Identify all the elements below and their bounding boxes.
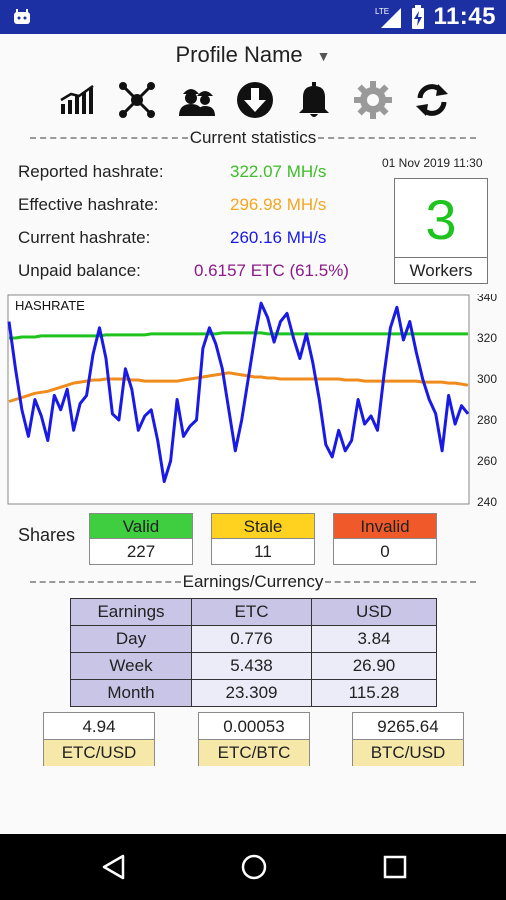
- y-tick-label: 280: [477, 413, 497, 427]
- rate-label: ETC/BTC: [199, 740, 309, 766]
- rate-value: 9265.64: [353, 713, 463, 740]
- current-statistics-title: Current statistics: [189, 128, 317, 147]
- rate-btc-usd[interactable]: 9265.64 BTC/USD: [352, 712, 464, 766]
- divider: [30, 581, 181, 583]
- table-cell: 5.438: [191, 652, 312, 680]
- table-cell: 23.309: [191, 679, 312, 707]
- y-tick-label: 260: [477, 454, 497, 468]
- android-app-icon: [14, 9, 30, 24]
- gear-icon[interactable]: [350, 77, 396, 123]
- network-icon[interactable]: [114, 77, 160, 123]
- table-row: Month 23.309 115.28: [70, 679, 437, 707]
- invalid-shares-label: Invalid: [334, 514, 436, 539]
- earnings-table: Earnings ETC USD Day 0.776 3.84 Week 5.4…: [70, 598, 437, 707]
- current-hashrate-label: Current hashrate:: [18, 228, 151, 247]
- rate-value: 0.00053: [199, 713, 309, 740]
- download-icon[interactable]: [232, 77, 278, 123]
- chevron-down-icon: ▼: [316, 48, 331, 65]
- bell-icon[interactable]: [291, 77, 337, 123]
- rate-etc-usd[interactable]: 4.94 ETC/USD: [43, 712, 155, 766]
- table-cell: 0.776: [191, 625, 312, 653]
- profile-selector[interactable]: Profile Name ▼: [0, 42, 506, 68]
- table-row: Day 0.776 3.84: [70, 625, 437, 653]
- reported-hashrate-label: Reported hashrate:: [18, 162, 164, 181]
- valid-shares-box: Valid 227: [89, 513, 193, 565]
- invalid-shares-box: Invalid 0: [333, 513, 437, 565]
- rate-label: ETC/USD: [44, 740, 154, 766]
- effective-hashrate-label: Effective hashrate:: [18, 195, 159, 214]
- earnings-currency-title: Earnings/Currency: [182, 572, 324, 591]
- reported-hashrate-value: 322.07 MH/s: [230, 162, 327, 181]
- unpaid-balance-label: Unpaid balance:: [18, 261, 141, 280]
- table-row-label: Week: [70, 652, 192, 680]
- stale-shares-label: Stale: [212, 514, 314, 539]
- rate-label: BTC/USD: [353, 740, 463, 766]
- chart-icon[interactable]: [55, 77, 101, 123]
- divider: [325, 581, 476, 583]
- rate-etc-btc[interactable]: 0.00053 ETC/BTC: [198, 712, 310, 766]
- table-header-cell: Earnings: [70, 598, 192, 626]
- recents-icon[interactable]: [380, 852, 410, 882]
- profile-name: Profile Name: [175, 42, 303, 67]
- signal-icon: LTE: [375, 7, 402, 28]
- divider: [30, 137, 188, 139]
- current-hashrate-value: 260.16 MH/s: [230, 228, 327, 247]
- table-cell: 115.28: [311, 679, 437, 707]
- table-row-label: Month: [70, 679, 192, 707]
- table-row: Week 5.438 26.90: [70, 652, 437, 680]
- table-row-label: Day: [70, 625, 192, 653]
- y-tick-label: 240: [477, 495, 497, 506]
- table-cell: 3.84: [311, 625, 437, 653]
- table-header-row: Earnings ETC USD: [70, 598, 437, 626]
- valid-shares-value: 227: [126, 542, 156, 561]
- network-type-label: LTE: [375, 7, 389, 16]
- refresh-icon[interactable]: [409, 77, 455, 123]
- workers-icon[interactable]: [173, 77, 219, 123]
- table-header-cell: USD: [311, 598, 437, 626]
- home-icon[interactable]: [239, 852, 269, 882]
- workers-card[interactable]: 3 Workers: [394, 178, 488, 284]
- workers-label: Workers: [395, 257, 487, 283]
- stale-shares-value: 11: [254, 542, 272, 561]
- toolbar: [55, 76, 455, 124]
- stale-shares-box: Stale 11: [211, 513, 315, 565]
- navigation-bar: [0, 834, 506, 900]
- y-tick-label: 300: [477, 372, 497, 386]
- y-tick-label: 320: [477, 331, 497, 345]
- divider: [318, 137, 476, 139]
- effective-hashrate-value: 296.98 MH/s: [230, 195, 327, 214]
- table-cell: 26.90: [311, 652, 437, 680]
- earnings-currency-header: Earnings/Currency: [30, 572, 476, 592]
- valid-shares-label: Valid: [90, 514, 192, 539]
- unpaid-balance-value: 0.6157 ETC (61.5%): [194, 261, 349, 280]
- chart-title: HASHRATE: [15, 298, 85, 313]
- rate-value: 4.94: [44, 713, 154, 740]
- back-icon[interactable]: [99, 852, 129, 882]
- y-tick-label: 340: [477, 294, 497, 304]
- invalid-shares-value: 0: [380, 542, 390, 561]
- table-header-cell: ETC: [191, 598, 312, 626]
- workers-count: 3: [425, 188, 457, 251]
- battery-charging-icon: [412, 5, 425, 29]
- hashrate-chart-svg: HASHRATE 240 260 280 300 320 340: [7, 290, 497, 509]
- status-clock: 11:45: [433, 3, 496, 30]
- shares-label: Shares: [18, 525, 76, 545]
- current-statistics-header: Current statistics: [30, 128, 476, 148]
- last-update-timestamp: 01 Nov 2019 11:30: [382, 156, 483, 170]
- hashrate-chart[interactable]: HASHRATE 240 260 280 300 320 340: [7, 290, 501, 509]
- status-bar: LTE 11:45: [0, 0, 506, 34]
